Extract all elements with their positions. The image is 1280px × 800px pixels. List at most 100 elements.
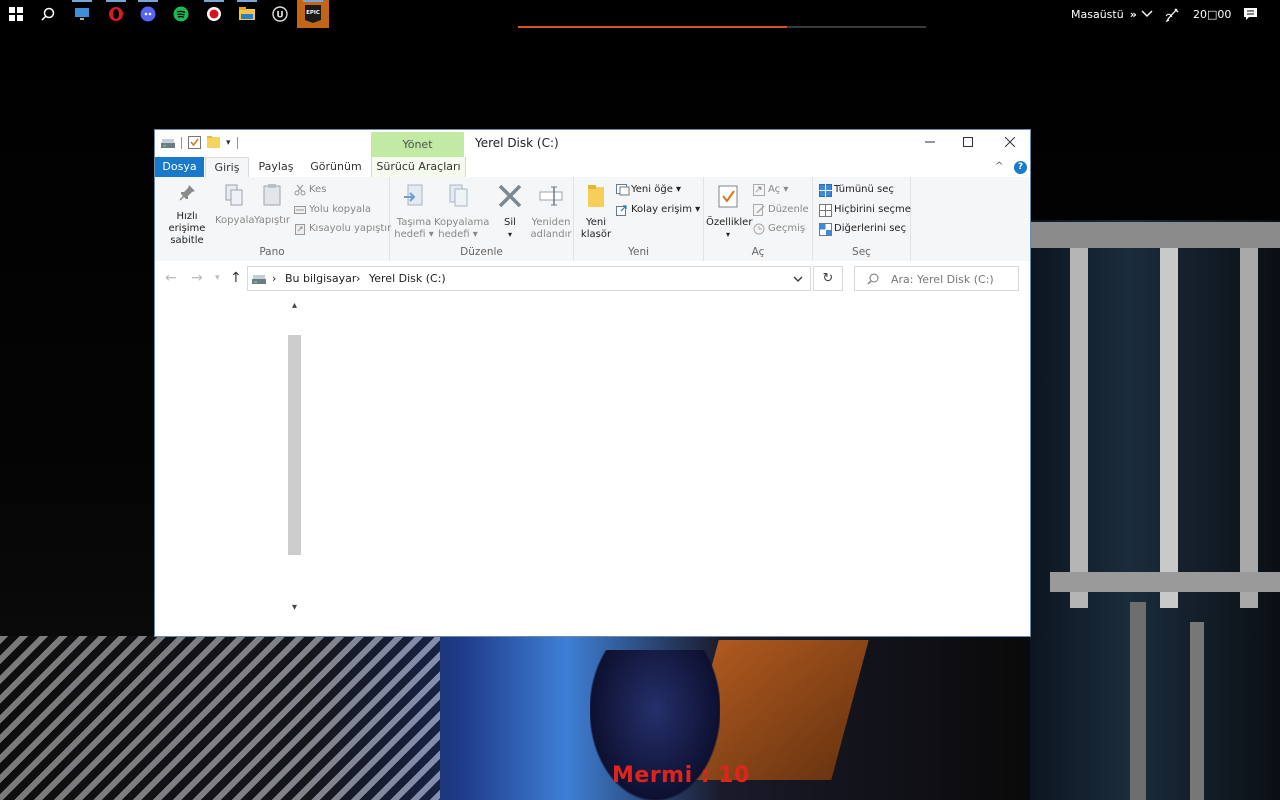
edit-label: Düzenle [768,204,809,215]
clock[interactable]: 20□00 [1193,0,1231,28]
history-button[interactable]: Geçmiş [753,220,805,237]
chevron-up-icon[interactable] [1141,0,1153,28]
open-label: Aç ▾ [768,184,789,195]
epic-games-icon[interactable]: EPIC [297,0,329,28]
ribbon: Hızlı erişime sabitle Kopyala Yapıştır K… [155,177,1030,262]
new-item-button[interactable]: Yeni öğe ▾ [616,181,681,198]
group-select-label: Seç [852,246,871,258]
group-organize: Taşıma hedefi ▾ Kopyalama hedefi ▾ Sil ▾… [390,177,574,261]
breadcrumb-separator[interactable]: › [356,272,360,285]
cut-label: Kes [309,184,327,195]
opera-icon[interactable] [100,0,132,28]
title-bar: ▾ Yönet Yerel Disk (C:) [155,130,1030,157]
select-none-icon [819,203,832,217]
paste-shortcut-button[interactable]: Kısayolu yapıştır [294,220,391,237]
edit-button[interactable]: Düzenle [753,201,809,218]
cut-button[interactable]: Kes [294,181,326,198]
collapse-ribbon-icon[interactable]: ^ [995,161,1003,172]
copy-label: Kopyala [215,215,255,226]
desktop-toolbar[interactable]: Masaüstü » [1071,0,1137,28]
select-none-button[interactable]: Hiçbirini seçme [819,201,911,218]
pin-icon [179,185,195,201]
new-folder-qat-icon[interactable] [207,136,220,149]
search-input[interactable]: Ara: Yerel Disk (C:) [854,266,1019,291]
recent-locations-icon[interactable]: ▾ [215,273,220,283]
navigation-pane-scrollbar[interactable]: ▴ ▾ [287,300,302,620]
delete-dropdown-icon[interactable]: ▾ [491,229,529,241]
address-bar[interactable]: › Bu bilgisayar › Yerel Disk (C:) [247,266,811,291]
minimize-button[interactable] [910,130,950,154]
clipboard-icon [263,184,281,206]
copy-to-button[interactable]: Kopyalama hedefi ▾ [434,183,490,241]
tab-view[interactable]: Görünüm [305,157,367,177]
properties-button[interactable]: Özellikler ▾ [706,183,752,241]
navigation-pane[interactable] [155,295,301,620]
file-explorer-icon[interactable] [231,0,263,28]
qat-dropdown-icon[interactable]: ▾ [226,138,231,148]
discord-icon[interactable] [132,0,164,28]
search-icon[interactable] [32,0,64,28]
copy-to-label-1: Kopyalama [434,217,490,228]
file-list-area[interactable] [303,295,1030,636]
invert-selection-button[interactable]: Diğerlerini seç [819,220,906,237]
paste-button[interactable]: Yapıştır [254,183,290,227]
rename-button[interactable]: Yeniden adlandır [529,183,573,241]
pin-quick-access-button[interactable]: Hızlı erişime sabitle [161,183,213,247]
copy-icon [225,184,243,206]
tab-manage[interactable]: Yönet [371,132,464,157]
properties-icon [718,185,738,208]
easy-access-icon [616,204,628,216]
invert-selection-icon [819,222,832,236]
scrollbar-thumb[interactable] [288,335,301,555]
back-button[interactable]: ← [165,270,177,286]
new-folder-icon [588,185,604,207]
help-icon[interactable]: ? [1014,161,1027,174]
properties-dropdown-icon[interactable]: ▾ [706,229,750,241]
toolbar-overflow-icon[interactable]: » [1130,8,1137,21]
taskbar: U EPIC Masaüstü » 20□00 [0,0,1280,28]
edit-icon [753,203,765,216]
select-all-button[interactable]: Tümünü seç [819,181,894,198]
unreal-engine-icon[interactable]: U [264,0,296,28]
history-icon [753,223,765,235]
easy-access-label: Kolay erişim ▾ [631,204,701,215]
tab-file[interactable]: Dosya [155,157,204,177]
scroll-down-icon[interactable]: ▾ [287,602,302,613]
notifications-icon[interactable] [1243,0,1258,28]
easy-access-button[interactable]: Kolay erişim ▾ [616,201,700,218]
move-to-button[interactable]: Taşıma hedefi ▾ [394,183,434,241]
new-folder-button[interactable]: Yeni klasör [578,183,614,241]
windows-start-icon[interactable] [0,0,32,28]
maximize-button[interactable] [948,130,988,154]
tab-home[interactable]: Giriş [205,157,249,177]
pen-icon[interactable] [1165,0,1181,28]
group-new: Yeni klasör Yeni öğe ▾ Kolay erişim ▾ Ye… [574,177,704,261]
close-button[interactable] [990,130,1030,154]
copy-path-button[interactable]: Yolu kopyala [294,201,371,218]
paste-shortcut-label: Kısayolu yapıştır [309,223,392,234]
breadcrumb-this-pc[interactable]: Bu bilgisayar [285,272,356,285]
breadcrumb-local-disk[interactable]: Yerel Disk (C:) [369,272,446,285]
delete-icon [498,184,522,208]
record-icon[interactable] [198,0,230,28]
chevron-down-icon[interactable] [793,276,803,283]
cage-bars [1030,222,1280,800]
delete-button[interactable]: Sil ▾ [491,183,529,241]
tab-drive-tools[interactable]: Sürücü Araçları [371,157,466,177]
up-button[interactable]: ↑ [230,270,242,286]
search-placeholder: Ara: Yerel Disk (C:) [891,273,994,286]
select-none-label: Hiçbirini seçme [834,204,911,215]
forward-button[interactable]: → [191,270,203,286]
copy-button[interactable]: Kopyala [215,183,255,227]
breadcrumb-separator[interactable]: › [272,272,276,285]
monitor-icon[interactable] [66,0,98,28]
properties-qat-icon[interactable] [188,136,201,149]
new-folder-label-1: Yeni [585,217,607,228]
spotify-icon[interactable] [165,0,197,28]
tab-share[interactable]: Paylaş [251,157,301,177]
scroll-up-icon[interactable]: ▴ [287,300,302,311]
copy-to-icon [449,184,468,207]
refresh-button[interactable]: ↻ [813,266,843,291]
open-button[interactable]: Aç ▾ [753,181,788,198]
open-icon [753,183,765,196]
